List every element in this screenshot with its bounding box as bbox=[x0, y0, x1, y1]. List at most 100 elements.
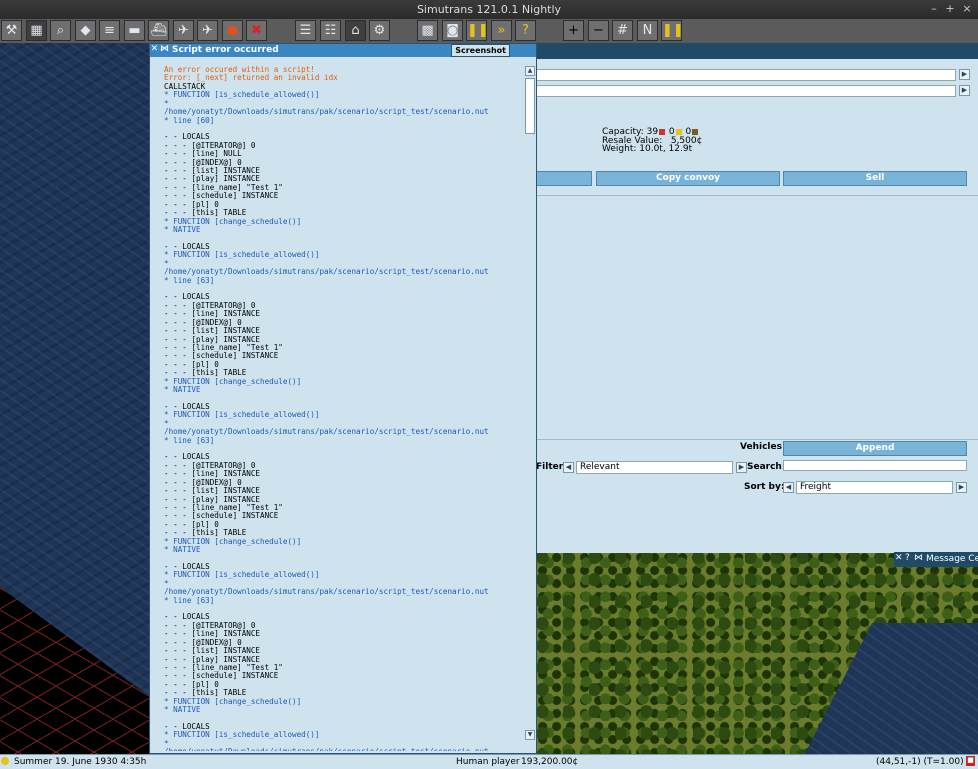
help-icon[interactable]: ? bbox=[905, 553, 910, 563]
error-line: - - - [play] INSTANCE bbox=[164, 495, 261, 504]
arrow-right-icon[interactable]: ▶ bbox=[956, 482, 967, 493]
weight-value: 10.0t, 12.9t bbox=[639, 144, 693, 154]
sortby-select[interactable]: Freight bbox=[796, 481, 953, 494]
vehicles-label: Vehicles: bbox=[740, 442, 786, 452]
error-line: - - - [@INDEX@] 0 bbox=[164, 478, 242, 487]
arrow-left-icon[interactable]: ◀ bbox=[563, 462, 574, 473]
error-line: * FUNCTION [is_schedule_allowed()] bbox=[164, 91, 320, 100]
ship-tool[interactable]: ⛴ bbox=[148, 20, 169, 41]
map-tool[interactable]: ▦ bbox=[26, 20, 47, 41]
maximize-button[interactable]: + bbox=[942, 2, 958, 16]
factory-icon: ⚙ bbox=[373, 23, 386, 38]
minimize-button[interactable]: – bbox=[926, 2, 942, 16]
error-line: - - - [@INDEX@] 0 bbox=[164, 158, 242, 167]
scroll-down-icon[interactable]: ▼ bbox=[525, 730, 535, 740]
error-line: * line [60] bbox=[164, 116, 215, 125]
pause-tool[interactable]: ❚❚ bbox=[466, 20, 489, 41]
rail-tool[interactable]: ≡ bbox=[99, 20, 120, 41]
arrow-right-icon[interactable]: ▶ bbox=[959, 85, 970, 96]
arrow-left-icon[interactable]: ◀ bbox=[783, 482, 794, 493]
arrow-right-icon[interactable]: ▶ bbox=[959, 69, 970, 80]
error-line: - - - [this] TABLE bbox=[164, 689, 247, 698]
message-center-title[interactable]: ✕ ? ⋈ Message Ce bbox=[894, 552, 978, 567]
error-line: * NATIVE bbox=[164, 546, 201, 555]
grid-tool[interactable]: # bbox=[612, 20, 633, 41]
error-text-area[interactable]: An error occured within a script! Error: … bbox=[164, 66, 522, 751]
error-line: * FUNCTION [is_schedule_allowed()] bbox=[164, 411, 320, 420]
airplane-tool[interactable]: ✈ bbox=[197, 20, 218, 41]
error-line bbox=[164, 234, 522, 242]
sell-button[interactable]: Sell bbox=[783, 171, 967, 186]
error-line: CALLSTACK bbox=[164, 82, 206, 91]
error-line: * bbox=[164, 259, 169, 268]
error-line: * NATIVE bbox=[164, 386, 201, 395]
pause2-tool[interactable]: ❚❚ bbox=[661, 20, 684, 41]
wrench-tool[interactable]: ⚒ bbox=[1, 20, 22, 41]
close-icon[interactable]: ✕ bbox=[150, 44, 159, 55]
error-line bbox=[164, 605, 522, 613]
special-icon: ● bbox=[226, 23, 239, 38]
remove-icon: ✖ bbox=[251, 23, 262, 38]
append-button[interactable]: Append bbox=[783, 441, 967, 456]
error-line: - - LOCALS bbox=[164, 242, 210, 251]
pin-icon[interactable]: ⋈ bbox=[160, 44, 169, 55]
error-line: - - - [@INDEX@] 0 bbox=[164, 318, 242, 327]
special-tool[interactable]: ● bbox=[222, 20, 243, 41]
list-tool[interactable]: ☷ bbox=[320, 20, 341, 41]
terrain-tool[interactable]: ◆ bbox=[75, 20, 96, 41]
error-line: - - - [line_name] "Test 1" bbox=[164, 503, 283, 512]
error-line bbox=[164, 394, 522, 402]
scroll-thumb[interactable] bbox=[525, 78, 535, 134]
filter-select[interactable]: Relevant bbox=[576, 461, 733, 474]
error-line: - - - [line] NULL bbox=[164, 150, 242, 159]
compass-tool[interactable]: N bbox=[637, 20, 658, 41]
zoom-out-tool[interactable]: − bbox=[588, 20, 609, 41]
hidden-button[interactable] bbox=[536, 171, 592, 186]
vertical-scrollbar[interactable]: ▲ ▼ bbox=[525, 66, 535, 740]
schedule-tool[interactable]: ☰ bbox=[295, 20, 316, 41]
help-tool[interactable]: ? bbox=[515, 20, 536, 41]
fastforward-tool[interactable]: » bbox=[491, 20, 512, 41]
convoy-name-input[interactable] bbox=[536, 69, 956, 81]
arrow-right-icon[interactable]: ▶ bbox=[736, 462, 747, 473]
magnifier-icon: ⌕ bbox=[56, 23, 65, 38]
error-line: * NATIVE bbox=[164, 226, 201, 235]
error-line: /home/yonatyt/Downloads/simutrans/pak/sc… bbox=[164, 108, 489, 117]
fastforward-icon: » bbox=[497, 23, 506, 38]
road-tool[interactable]: ▬ bbox=[124, 20, 145, 41]
minimap-tool[interactable]: ▩ bbox=[417, 20, 438, 41]
error-line: /home/yonatyt/Downloads/simutrans/pak/sc… bbox=[164, 748, 522, 751]
screenshot-button[interactable]: Screenshot bbox=[451, 44, 510, 57]
error-line: - - - [line] INSTANCE bbox=[164, 310, 261, 319]
error-line: * FUNCTION [is_schedule_allowed()] bbox=[164, 571, 320, 580]
error-line: - - - [pl] 0 bbox=[164, 360, 219, 369]
remove-tool[interactable]: ✖ bbox=[246, 20, 267, 41]
pin-icon[interactable]: ⋈ bbox=[914, 553, 923, 563]
script-error-dialog: ✕ ⋈ Script error occurred Screenshot An … bbox=[149, 43, 537, 754]
air-tool[interactable]: ✈ bbox=[173, 20, 194, 41]
zoom-in-tool[interactable]: + bbox=[563, 20, 584, 41]
error-line: - - - [schedule] INSTANCE bbox=[164, 192, 279, 201]
divider bbox=[536, 195, 978, 196]
depot-tool[interactable]: ⌂ bbox=[345, 20, 366, 41]
date-time: Summer 19. June 1930 4:35h bbox=[14, 757, 147, 767]
camera-tool[interactable]: ◙ bbox=[442, 20, 463, 41]
error-line: - - - [schedule] INSTANCE bbox=[164, 672, 279, 681]
copy-convoy-button[interactable]: Copy convoy bbox=[596, 171, 780, 186]
close-icon[interactable]: ✕ bbox=[895, 553, 903, 563]
convoy-line-input[interactable] bbox=[536, 85, 956, 97]
search-input[interactable] bbox=[783, 460, 967, 471]
minimap-icon: ▩ bbox=[421, 23, 434, 38]
error-line: - - - [play] INSTANCE bbox=[164, 335, 261, 344]
magnifier-tool[interactable]: ⌕ bbox=[50, 20, 71, 41]
player-name: Human player bbox=[456, 757, 520, 767]
dialog-titlebar[interactable]: ✕ ⋈ Script error occurred Screenshot bbox=[150, 44, 536, 57]
error-line: - - - [list] INSTANCE bbox=[164, 647, 261, 656]
factory-tool[interactable]: ⚙ bbox=[369, 20, 390, 41]
compass-icon: N bbox=[642, 23, 653, 38]
message-center-label: Message Ce bbox=[926, 554, 978, 564]
scroll-up-icon[interactable]: ▲ bbox=[525, 66, 535, 76]
close-window-button[interactable]: × bbox=[959, 2, 975, 16]
error-line: - - - [line_name] "Test 1" bbox=[164, 343, 283, 352]
error-line: * bbox=[164, 739, 169, 748]
